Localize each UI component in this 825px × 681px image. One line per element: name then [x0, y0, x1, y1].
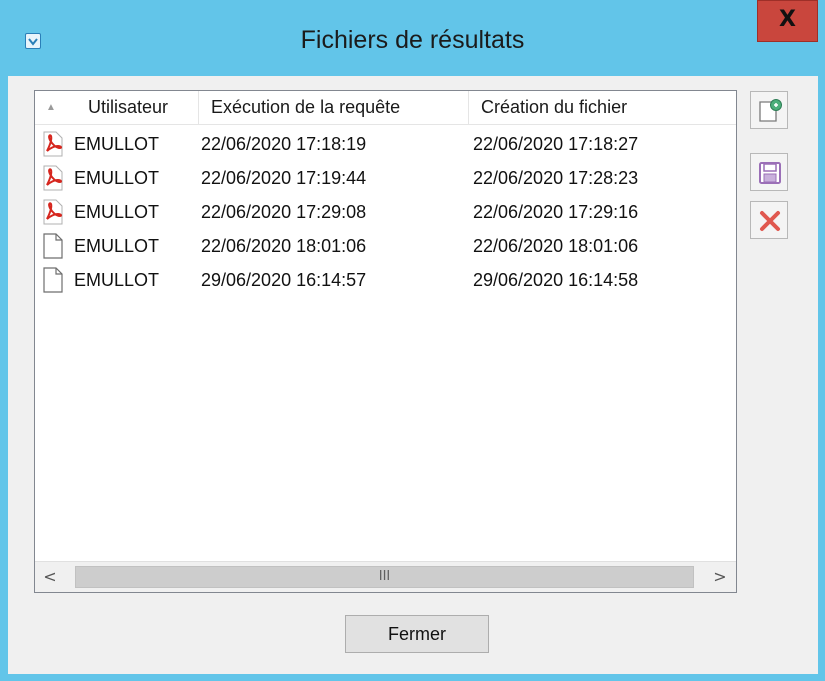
scroll-left-button[interactable]: < — [37, 564, 63, 590]
save-icon — [759, 162, 781, 184]
open-file-icon — [759, 99, 782, 122]
table-row[interactable]: EMULLOT 29/06/2020 16:14:57 29/06/2020 16:… — [35, 263, 736, 297]
cell-execution: 22/06/2020 17:18:19 — [201, 134, 367, 154]
cell-execution: 29/06/2020 16:14:57 — [201, 270, 367, 290]
cell-user: EMULLOT — [74, 168, 160, 188]
scrollbar-thumb[interactable]: III — [75, 566, 694, 588]
column-header-execution[interactable]: Exécution de la requête — [199, 91, 469, 124]
dialog-body: ▲ Utilisateur Exécution de la requête Cr… — [8, 76, 818, 674]
cell-user: EMULLOT — [74, 236, 160, 256]
table-row[interactable]: EMULLOT 22/06/2020 17:18:19 22/06/2020 17:… — [35, 127, 736, 161]
blank-file-icon — [41, 233, 65, 259]
delete-file-button[interactable] — [750, 201, 788, 239]
pdf-file-icon — [41, 199, 65, 225]
cell-user: EMULLOT — [74, 270, 160, 290]
title-bar[interactable]: Fichiers de résultats X — [0, 0, 825, 76]
window-title: Fichiers de résultats — [300, 26, 525, 54]
close-dialog-button[interactable]: Fermer — [345, 615, 489, 653]
cell-creation: 29/06/2020 16:14:58 — [473, 270, 639, 290]
column-header-creation[interactable]: Création du fichier — [469, 91, 736, 124]
sort-ascending-icon: ▲ — [46, 102, 56, 113]
dialog-window: Fichiers de résultats X ▲ Utilisateur Ex… — [0, 0, 825, 681]
cell-creation: 22/06/2020 17:28:23 — [473, 168, 639, 188]
cell-execution: 22/06/2020 17:19:44 — [201, 168, 367, 188]
horizontal-scrollbar[interactable]: < III > — [35, 561, 736, 592]
column-header-user[interactable]: ▲ Utilisateur — [35, 91, 199, 124]
scroll-right-button[interactable]: > — [707, 564, 733, 590]
cell-creation: 22/06/2020 17:29:16 — [473, 202, 639, 222]
pdf-file-icon — [41, 165, 65, 191]
cell-execution: 22/06/2020 17:29:08 — [201, 202, 367, 222]
table-row[interactable]: EMULLOT 22/06/2020 17:19:44 22/06/2020 17:… — [35, 161, 736, 195]
save-file-button[interactable] — [750, 153, 788, 191]
cell-creation: 22/06/2020 17:18:27 — [473, 134, 639, 154]
delete-icon — [760, 211, 780, 231]
cell-user: EMULLOT — [74, 202, 160, 222]
cell-user: EMULLOT — [74, 134, 160, 154]
close-window-button[interactable]: X — [757, 0, 818, 42]
open-file-button[interactable] — [750, 91, 788, 129]
cell-creation: 22/06/2020 18:01:06 — [473, 236, 639, 256]
pdf-file-icon — [41, 131, 65, 157]
table-row[interactable]: EMULLOT 22/06/2020 18:01:06 22/06/2020 18:… — [35, 229, 736, 263]
table-row[interactable]: EMULLOT 22/06/2020 17:29:08 22/06/2020 17:… — [35, 195, 736, 229]
blank-file-icon — [41, 267, 65, 293]
list-header: ▲ Utilisateur Exécution de la requête Cr… — [35, 91, 736, 125]
cell-execution: 22/06/2020 18:01:06 — [201, 236, 367, 256]
results-file-list[interactable]: ▲ Utilisateur Exécution de la requête Cr… — [34, 90, 737, 593]
